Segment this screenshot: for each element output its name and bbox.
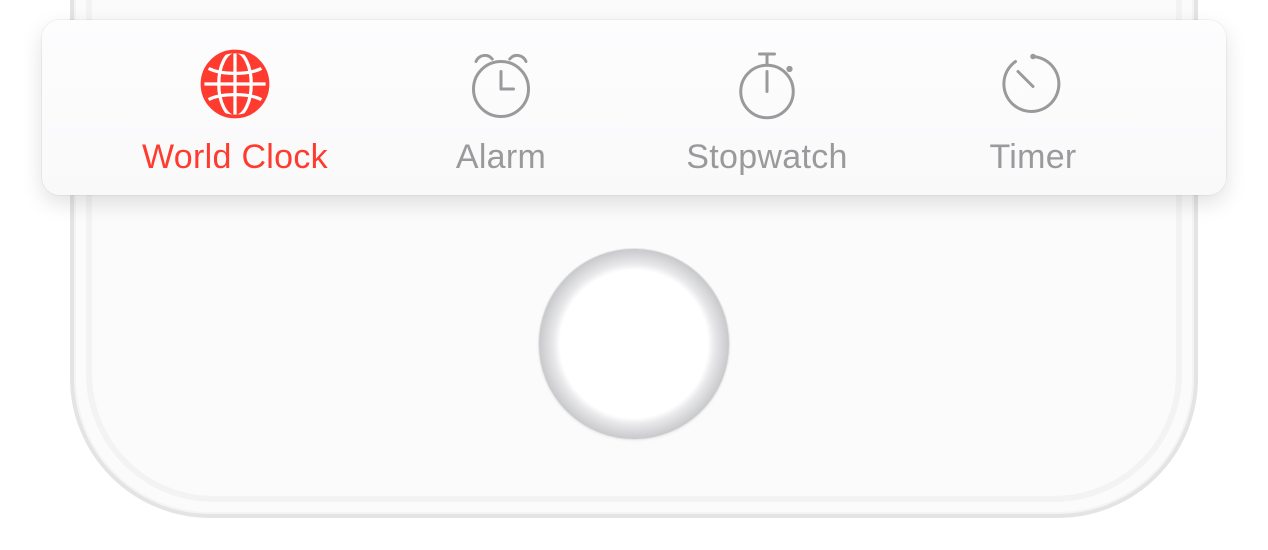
timer-icon: [993, 38, 1073, 124]
tab-stopwatch[interactable]: Stopwatch: [634, 38, 900, 177]
home-button[interactable]: [538, 248, 730, 440]
tab-timer[interactable]: Timer: [900, 38, 1166, 177]
tab-world-clock[interactable]: World Clock: [102, 38, 368, 177]
tab-stopwatch-label: Stopwatch: [686, 138, 847, 177]
clock-app-tabbar: World Clock Alarm Stopwatch: [42, 20, 1226, 195]
tab-world-clock-label: World Clock: [142, 138, 328, 177]
globe-icon: [195, 38, 275, 124]
alarm-icon: [461, 38, 541, 124]
tab-alarm[interactable]: Alarm: [368, 38, 634, 177]
tab-alarm-label: Alarm: [456, 138, 546, 177]
tab-timer-label: Timer: [989, 138, 1076, 177]
stopwatch-icon: [727, 38, 807, 124]
